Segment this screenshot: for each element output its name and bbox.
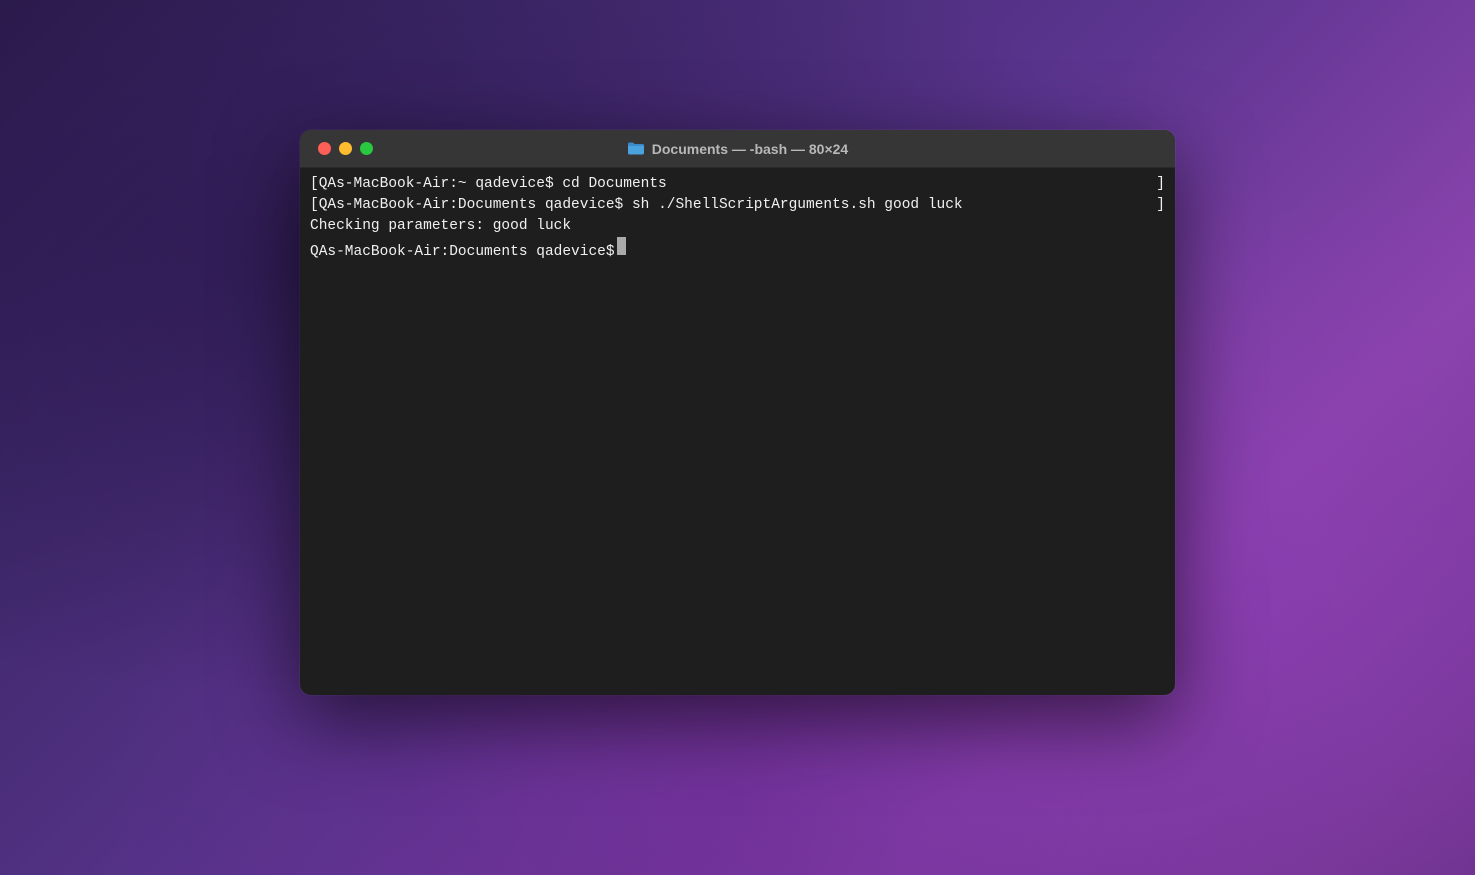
bracket-open: [ — [310, 195, 319, 216]
close-button[interactable] — [318, 142, 331, 155]
maximize-button[interactable] — [360, 142, 373, 155]
traffic-lights — [318, 142, 373, 155]
title-content: Documents — -bash — 80×24 — [318, 141, 1157, 157]
terminal-line: [QAs-MacBook-Air:Documents qadevice$ sh … — [310, 195, 1165, 216]
shell-output: Checking parameters: good luck — [310, 216, 571, 237]
terminal-body[interactable]: [QAs-MacBook-Air:~ qadevice$ cd Document… — [300, 168, 1175, 695]
current-prompt-line[interactable]: QAs-MacBook-Air:Documents qadevice$ — [310, 237, 1165, 263]
shell-prompt: QAs-MacBook-Air:Documents qadevice$ — [319, 197, 632, 213]
terminal-line: [QAs-MacBook-Air:~ qadevice$ cd Document… — [310, 174, 1165, 195]
shell-prompt: QAs-MacBook-Air:Documents qadevice$ — [310, 242, 615, 263]
terminal-line: Checking parameters: good luck — [310, 216, 1165, 237]
titlebar[interactable]: Documents — -bash — 80×24 — [300, 130, 1175, 168]
bracket-close: ] — [1156, 195, 1165, 216]
window-title: Documents — -bash — 80×24 — [652, 141, 848, 157]
minimize-button[interactable] — [339, 142, 352, 155]
folder-icon — [627, 141, 645, 156]
bracket-close: ] — [1156, 174, 1165, 195]
cursor — [617, 237, 626, 255]
shell-command: cd Documents — [562, 176, 666, 192]
shell-prompt: QAs-MacBook-Air:~ qadevice$ — [319, 176, 563, 192]
shell-command: sh ./ShellScriptArguments.sh good luck — [632, 197, 963, 213]
terminal-window: Documents — -bash — 80×24 [QAs-MacBook-A… — [300, 130, 1175, 695]
bracket-open: [ — [310, 174, 319, 195]
